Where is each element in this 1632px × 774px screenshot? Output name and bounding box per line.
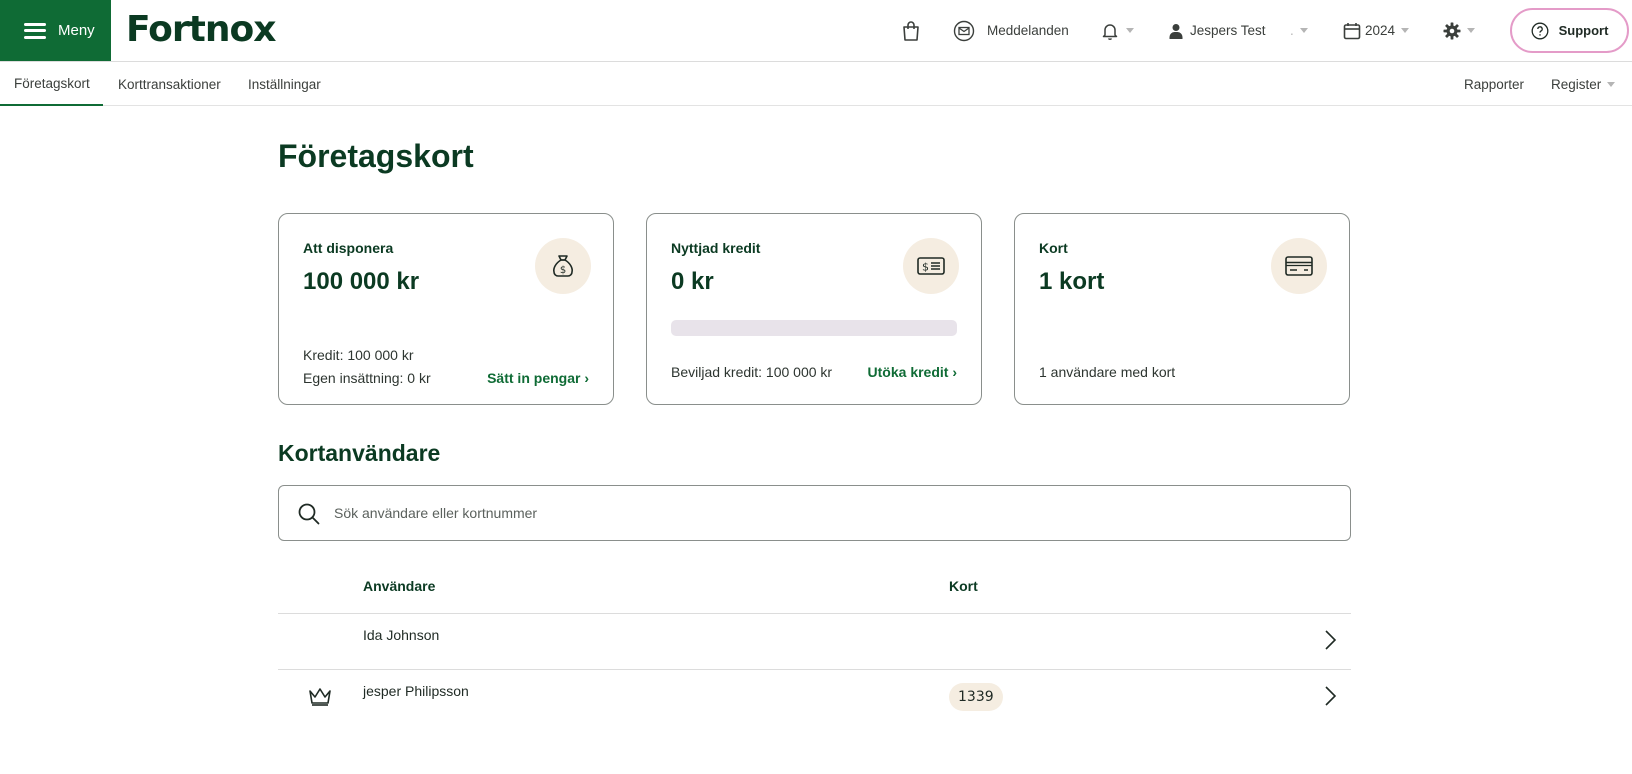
bill-icon: $ [903, 238, 959, 294]
user-name: Ida Johnson [363, 627, 440, 643]
bell-icon [1102, 23, 1118, 40]
crown-icon [309, 688, 331, 706]
card-value: 100 000 kr [303, 268, 420, 295]
help-icon [1531, 22, 1549, 39]
column-header-user: Användare [363, 578, 436, 594]
search-icon [298, 503, 320, 525]
user-name: Jespers Test [1190, 23, 1266, 38]
users-with-card-line: 1 användare med kort [1039, 364, 1176, 380]
used-credit-card: Nyttjad kredit 0 kr $ Beviljad kredit: 1… [646, 213, 982, 405]
deposit-line: Egen insättning: 0 kr [303, 370, 431, 386]
tab-installningar[interactable]: Inställningar [248, 62, 321, 106]
page-title: Företagskort [278, 138, 474, 174]
gear-icon [1443, 22, 1461, 39]
credit-usage-bar [671, 320, 957, 336]
year-selector[interactable]: 2024 [1343, 0, 1410, 61]
reports-label: Rapporter [1464, 76, 1525, 92]
hamburger-icon [24, 22, 46, 39]
card-label: Att disponera [303, 240, 394, 256]
company-label: . [1290, 23, 1294, 38]
extend-credit-link[interactable]: Utöka kredit › [868, 364, 957, 380]
credit-line: Kredit: 100 000 kr [303, 347, 414, 363]
granted-credit-line: Beviljad kredit: 100 000 kr [671, 364, 833, 380]
register-label: Register [1551, 76, 1602, 92]
chevron-down-icon [1126, 28, 1134, 33]
section-title: Kortanvändare [278, 440, 441, 466]
credit-card-icon [1271, 238, 1327, 294]
year-label: 2024 [1365, 23, 1396, 38]
company-selector[interactable]: . [1290, 0, 1308, 61]
messages-label: Meddelanden [987, 23, 1069, 38]
reports-link[interactable]: Rapporter [1464, 62, 1524, 106]
card-label: Kort [1039, 240, 1068, 256]
card-label: Nyttjad kredit [671, 240, 761, 256]
top-bar: Meny Fortnox Meddelanden Jespers Test . … [0, 0, 1632, 62]
sub-navigation: Företagskort Korttransaktioner Inställni… [0, 62, 1632, 106]
messages-button[interactable]: Meddelanden [953, 0, 1069, 61]
chevron-right-icon [1325, 630, 1337, 650]
chevron-down-icon [1299, 28, 1308, 33]
menu-button[interactable]: Meny [0, 0, 111, 61]
shopping-bag-icon [903, 20, 919, 41]
chevron-down-icon [1467, 28, 1475, 33]
chevron-right-icon [1325, 686, 1337, 706]
cards-count-card: Kort 1 kort 1 användare med kort [1014, 213, 1350, 405]
search-box [278, 485, 1351, 541]
deposit-money-link[interactable]: Sätt in pengar › [487, 370, 589, 386]
column-header-card: Kort [949, 578, 978, 594]
search-input[interactable] [334, 498, 1314, 528]
support-button[interactable]: Support [1510, 8, 1629, 53]
svg-text:$: $ [560, 265, 566, 276]
support-label: Support [1558, 23, 1609, 38]
register-menu[interactable]: Register [1551, 62, 1616, 106]
table-row[interactable]: jesper Philipsson 1339 [278, 669, 1351, 725]
table-row[interactable]: Ida Johnson [278, 613, 1351, 669]
notifications-button[interactable] [1100, 0, 1134, 61]
fortnox-logo[interactable]: Fortnox [126, 9, 276, 50]
tab-label: Korttransaktioner [118, 76, 221, 92]
envelope-icon [953, 20, 975, 41]
card-value: 1 kort [1039, 268, 1105, 295]
user-menu[interactable]: Jespers Test [1168, 0, 1266, 61]
tab-korttransaktioner[interactable]: Korttransaktioner [118, 62, 221, 106]
tab-label: Företagskort [14, 75, 90, 91]
money-bag-icon: $ [535, 238, 591, 294]
menu-label: Meny [58, 22, 95, 39]
available-funds-card: Att disponera 100 000 kr $ Kredit: 100 0… [278, 213, 614, 405]
shopping-bag-button[interactable] [900, 0, 922, 61]
card-number-badge: 1339 [949, 683, 1003, 711]
tab-label: Inställningar [248, 76, 321, 92]
settings-button[interactable] [1443, 0, 1475, 61]
user-name: jesper Philipsson [363, 683, 469, 699]
chevron-down-icon [1401, 28, 1410, 33]
svg-text:$: $ [922, 261, 929, 274]
user-icon [1169, 23, 1183, 39]
calendar-icon [1343, 22, 1361, 39]
tab-foretagskort[interactable]: Företagskort [0, 62, 103, 106]
card-value: 0 kr [671, 268, 714, 295]
chevron-down-icon [1607, 81, 1616, 87]
